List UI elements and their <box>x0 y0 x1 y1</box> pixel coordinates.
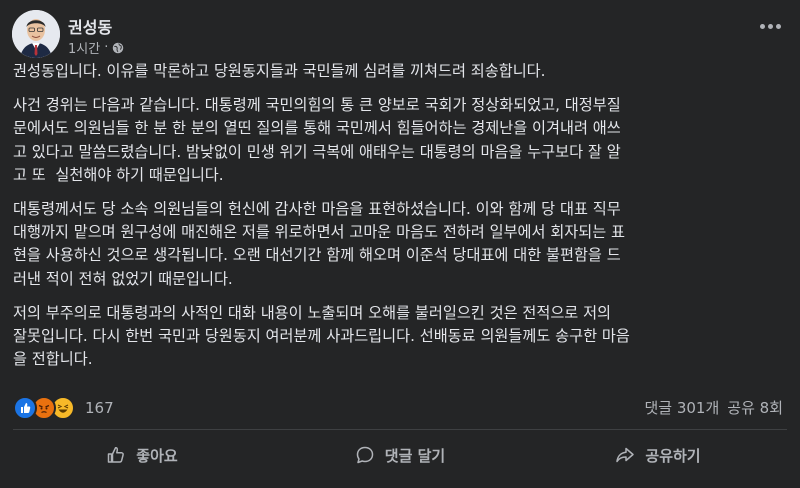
like-icon <box>13 396 37 420</box>
comment-icon <box>356 446 374 464</box>
post-paragraph: 저의 부주의로 대통령과의 사적인 대화 내용이 노출되며 오해를 불러일으킨 … <box>13 303 630 369</box>
share-label: 공유하기 <box>645 446 701 465</box>
share-icon <box>616 447 635 463</box>
post-header: 권성동 1시간 · <box>12 8 788 60</box>
divider <box>13 429 787 430</box>
post-paragraph: 권성동입니다. 이유를 막론하고 당원동지들과 국민들께 심려를 끼쳐드려 죄송… <box>13 62 546 80</box>
reactions-summary[interactable]: 167 <box>13 396 114 420</box>
share-count[interactable]: 공유 8회 <box>727 397 783 418</box>
post-paragraph: 대통령께서도 당 소속 의원님들의 헌신에 감사한 마음을 표현하셨습니다. 이… <box>13 200 626 288</box>
like-button[interactable]: 좋아요 <box>13 433 271 477</box>
avatar[interactable] <box>12 10 60 58</box>
like-label: 좋아요 <box>136 446 178 465</box>
comment-count[interactable]: 댓글 301개 <box>644 397 719 418</box>
post-stats: 167 댓글 301개 공유 8회 <box>13 393 787 421</box>
post-time[interactable]: 1시간 <box>68 38 100 57</box>
action-bar: 좋아요 댓글 달기 공유하기 <box>13 433 787 477</box>
post-paragraph: 사건 경위는 다음과 같습니다. 대통령께 국민의힘의 통 큰 양보로 국회가 … <box>13 96 621 184</box>
engagement-counts: 댓글 301개 공유 8회 <box>644 397 783 418</box>
author-name[interactable]: 권성동 <box>68 14 112 38</box>
comment-label: 댓글 달기 <box>384 446 446 465</box>
reaction-count: 167 <box>85 399 114 417</box>
share-button[interactable]: 공유하기 <box>529 433 787 477</box>
post-body: 권성동입니다. 이유를 막론하고 당원동지들과 국민들께 심려를 끼쳐드려 죄송… <box>13 60 785 382</box>
comment-button[interactable]: 댓글 달기 <box>271 433 529 477</box>
post-meta: 1시간 · <box>68 38 124 57</box>
more-options-icon[interactable] <box>756 16 784 36</box>
globe-icon <box>113 42 124 53</box>
thumbs-up-icon <box>108 447 125 463</box>
